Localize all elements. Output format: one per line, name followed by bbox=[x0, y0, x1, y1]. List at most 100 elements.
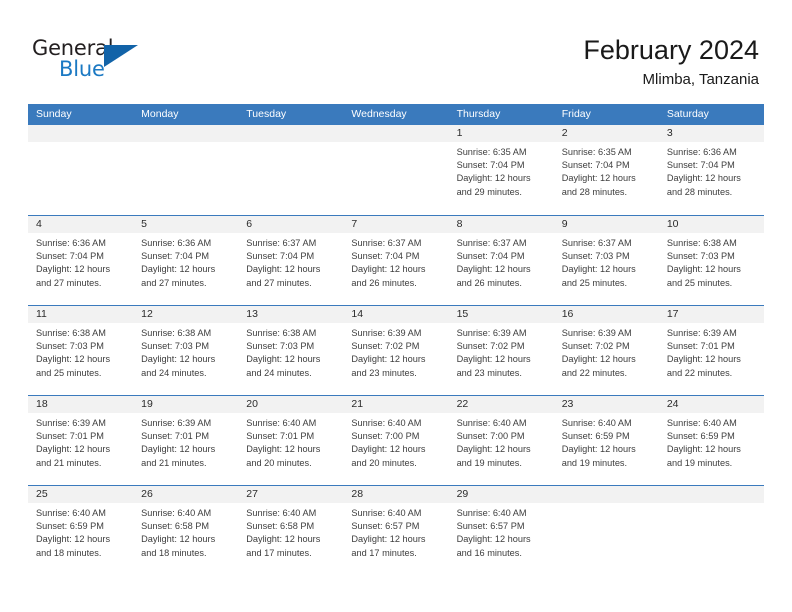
day-cell[interactable]: 18 Sunrise: 6:39 AM Sunset: 7:01 PM Dayligh… bbox=[28, 396, 134, 485]
day-number: 3 bbox=[666, 127, 673, 139]
day-number: 20 bbox=[246, 398, 258, 410]
day-cell[interactable]: 23 Sunrise: 6:40 AM Sunset: 6:59 PM Dayligh… bbox=[553, 396, 659, 485]
day-details: Sunrise: 6:36 AM Sunset: 7:04 PM Daylight:… bbox=[28, 233, 133, 290]
daylight-text: Daylight: 12 hours bbox=[141, 264, 216, 275]
calendar-weeks: 1 Sunrise: 6:35 AM Sunset: 7:04 PM Daylight… bbox=[28, 125, 764, 575]
day-cell[interactable]: 6 Sunrise: 6:37 AM Sunset: 7:04 PM Daylight… bbox=[238, 216, 344, 305]
day-number: 11 bbox=[36, 308, 47, 320]
sunrise-text: Sunrise: 6:35 AM bbox=[561, 147, 632, 157]
day-number: 4 bbox=[36, 218, 42, 230]
day-cell[interactable]: 20 Sunrise: 6:40 AM Sunset: 7:01 PM Dayligh… bbox=[238, 396, 344, 485]
day-number: 17 bbox=[666, 308, 679, 320]
page-subtitle: Mlimba, Tanzania bbox=[642, 71, 759, 88]
sunrise-text: Sunrise: 6:38 AM bbox=[141, 328, 212, 338]
daylight-text-cont: and 26 minutes. bbox=[351, 277, 417, 288]
day-details: Sunrise: 6:35 AM Sunset: 7:04 PM Daylight:… bbox=[449, 142, 554, 199]
day-cell[interactable]: 13 Sunrise: 6:38 AM Sunset: 7:03 PM Dayligh… bbox=[238, 306, 344, 395]
daylight-text: Daylight: 12 hours bbox=[561, 354, 636, 365]
day-cell[interactable]: 15 Sunrise: 6:39 AM Sunset: 7:02 PM Dayligh… bbox=[448, 306, 554, 395]
day-cell[interactable]: 24 Sunrise: 6:40 AM Sunset: 6:59 PM Dayligh… bbox=[658, 396, 764, 485]
daylight-text-cont: and 18 minutes. bbox=[141, 547, 207, 558]
day-number-band bbox=[553, 486, 659, 503]
day-details: Sunrise: 6:37 AM Sunset: 7:04 PM Daylight:… bbox=[449, 233, 554, 290]
daylight-text-cont: and 22 minutes. bbox=[561, 367, 628, 378]
day-number: 19 bbox=[141, 398, 153, 410]
sunrise-text: Sunrise: 6:36 AM bbox=[141, 238, 212, 248]
generalblue-logo[interactable]: General Blue bbox=[32, 36, 152, 86]
day-details bbox=[28, 142, 133, 146]
calendar-week-row: 18 Sunrise: 6:39 AM Sunset: 7:01 PM Dayligh… bbox=[28, 395, 764, 485]
day-cell[interactable]: 2 Sunrise: 6:35 AM Sunset: 7:04 PM Daylight… bbox=[553, 125, 659, 215]
day-details: Sunrise: 6:40 AM Sunset: 7:01 PM Daylight:… bbox=[238, 413, 343, 470]
weekday-header-saturday: Saturday bbox=[666, 108, 709, 120]
day-cell[interactable]: 28 Sunrise: 6:40 AM Sunset: 6:57 PM Dayligh… bbox=[343, 486, 449, 575]
sunset-text: Sunset: 7:03 PM bbox=[561, 251, 630, 262]
day-number: 24 bbox=[666, 398, 679, 410]
day-cell[interactable]: 27 Sunrise: 6:40 AM Sunset: 6:58 PM Dayligh… bbox=[238, 486, 344, 575]
sunrise-text: Sunrise: 6:40 AM bbox=[351, 508, 422, 518]
daylight-text: Daylight: 12 hours bbox=[246, 264, 321, 275]
day-cell[interactable]: 14 Sunrise: 6:39 AM Sunset: 7:02 PM Dayligh… bbox=[343, 306, 449, 395]
day-details: Sunrise: 6:35 AM Sunset: 7:04 PM Daylight:… bbox=[554, 142, 659, 199]
daylight-text: Daylight: 12 hours bbox=[141, 354, 216, 365]
day-number-band: 10 bbox=[658, 216, 764, 233]
day-cell[interactable]: 19 Sunrise: 6:39 AM Sunset: 7:01 PM Dayligh… bbox=[133, 396, 239, 485]
day-number-band bbox=[238, 125, 344, 142]
day-details: Sunrise: 6:40 AM Sunset: 6:57 PM Daylight:… bbox=[343, 503, 448, 560]
day-number-band: 13 bbox=[238, 306, 344, 323]
day-number: 2 bbox=[561, 127, 568, 139]
sunset-text: Sunset: 7:03 PM bbox=[141, 341, 210, 352]
day-number-band: 3 bbox=[658, 125, 764, 142]
daylight-text-cont: and 16 minutes. bbox=[456, 547, 522, 558]
day-cell-empty bbox=[133, 125, 239, 215]
day-cell[interactable]: 7 Sunrise: 6:37 AM Sunset: 7:04 PM Daylight… bbox=[343, 216, 449, 305]
day-cell[interactable]: 22 Sunrise: 6:40 AM Sunset: 7:00 PM Dayligh… bbox=[448, 396, 554, 485]
day-details: Sunrise: 6:40 AM Sunset: 7:00 PM Daylight:… bbox=[343, 413, 448, 470]
sunrise-text: Sunrise: 6:37 AM bbox=[246, 238, 317, 248]
day-details: Sunrise: 6:36 AM Sunset: 7:04 PM Daylight:… bbox=[659, 142, 764, 199]
day-number: 14 bbox=[351, 308, 364, 320]
day-number-band: 16 bbox=[553, 306, 659, 323]
day-details: Sunrise: 6:39 AM Sunset: 7:01 PM Daylight:… bbox=[133, 413, 238, 470]
day-cell[interactable]: 1 Sunrise: 6:35 AM Sunset: 7:04 PM Daylight… bbox=[448, 125, 554, 215]
day-cell[interactable]: 9 Sunrise: 6:37 AM Sunset: 7:03 PM Daylight… bbox=[553, 216, 659, 305]
day-cell[interactable]: 21 Sunrise: 6:40 AM Sunset: 7:00 PM Dayligh… bbox=[343, 396, 449, 485]
daylight-text: Daylight: 12 hours bbox=[141, 534, 216, 545]
day-cell[interactable]: 17 Sunrise: 6:39 AM Sunset: 7:01 PM Dayligh… bbox=[658, 306, 764, 395]
sunset-text: Sunset: 7:02 PM bbox=[456, 341, 525, 352]
day-number-band: 19 bbox=[133, 396, 239, 413]
daylight-text: Daylight: 12 hours bbox=[456, 354, 531, 365]
daylight-text-cont: and 24 minutes. bbox=[246, 367, 312, 378]
day-cell[interactable]: 8 Sunrise: 6:37 AM Sunset: 7:04 PM Daylight… bbox=[448, 216, 554, 305]
day-cell[interactable]: 11 Sunrise: 6:38 AM Sunset: 7:03 PM Dayligh… bbox=[28, 306, 134, 395]
day-cell-empty bbox=[28, 125, 134, 215]
sunrise-text: Sunrise: 6:39 AM bbox=[351, 328, 422, 338]
day-cell[interactable]: 26 Sunrise: 6:40 AM Sunset: 6:58 PM Dayligh… bbox=[133, 486, 239, 575]
day-number: 29 bbox=[456, 488, 469, 500]
day-cell[interactable]: 4 Sunrise: 6:36 AM Sunset: 7:04 PM Daylight… bbox=[28, 216, 134, 305]
day-details: Sunrise: 6:38 AM Sunset: 7:03 PM Daylight:… bbox=[238, 323, 343, 380]
daylight-text-cont: and 18 minutes. bbox=[36, 547, 102, 558]
day-cell[interactable]: 25 Sunrise: 6:40 AM Sunset: 6:59 PM Dayligh… bbox=[28, 486, 134, 575]
day-number-band: 5 bbox=[133, 216, 239, 233]
weekday-header-thursday: Thursday bbox=[456, 108, 501, 120]
sunset-text: Sunset: 6:57 PM bbox=[351, 521, 420, 532]
day-number: 18 bbox=[36, 398, 48, 410]
day-details: Sunrise: 6:37 AM Sunset: 7:04 PM Daylight:… bbox=[238, 233, 343, 290]
day-number-band: 11 bbox=[28, 306, 134, 323]
day-cell[interactable]: 10 Sunrise: 6:38 AM Sunset: 7:03 PM Dayligh… bbox=[658, 216, 764, 305]
sunset-text: Sunset: 6:58 PM bbox=[246, 521, 315, 532]
sunrise-text: Sunrise: 6:39 AM bbox=[141, 418, 212, 428]
day-details: Sunrise: 6:37 AM Sunset: 7:04 PM Daylight:… bbox=[343, 233, 448, 290]
day-cell[interactable]: 16 Sunrise: 6:39 AM Sunset: 7:02 PM Dayligh… bbox=[553, 306, 659, 395]
sunrise-text: Sunrise: 6:40 AM bbox=[456, 508, 527, 518]
day-details: Sunrise: 6:40 AM Sunset: 6:59 PM Daylight:… bbox=[659, 413, 764, 470]
daylight-text: Daylight: 12 hours bbox=[456, 264, 531, 275]
day-cell[interactable]: 5 Sunrise: 6:36 AM Sunset: 7:04 PM Daylight… bbox=[133, 216, 239, 305]
day-cell[interactable]: 3 Sunrise: 6:36 AM Sunset: 7:04 PM Daylight… bbox=[658, 125, 764, 215]
day-cell[interactable]: 29 Sunrise: 6:40 AM Sunset: 6:57 PM Dayligh… bbox=[448, 486, 554, 575]
day-cell[interactable]: 12 Sunrise: 6:38 AM Sunset: 7:03 PM Dayligh… bbox=[133, 306, 239, 395]
daylight-text: Daylight: 12 hours bbox=[666, 264, 741, 275]
daylight-text-cont: and 25 minutes. bbox=[561, 277, 628, 288]
daylight-text: Daylight: 12 hours bbox=[666, 354, 741, 365]
